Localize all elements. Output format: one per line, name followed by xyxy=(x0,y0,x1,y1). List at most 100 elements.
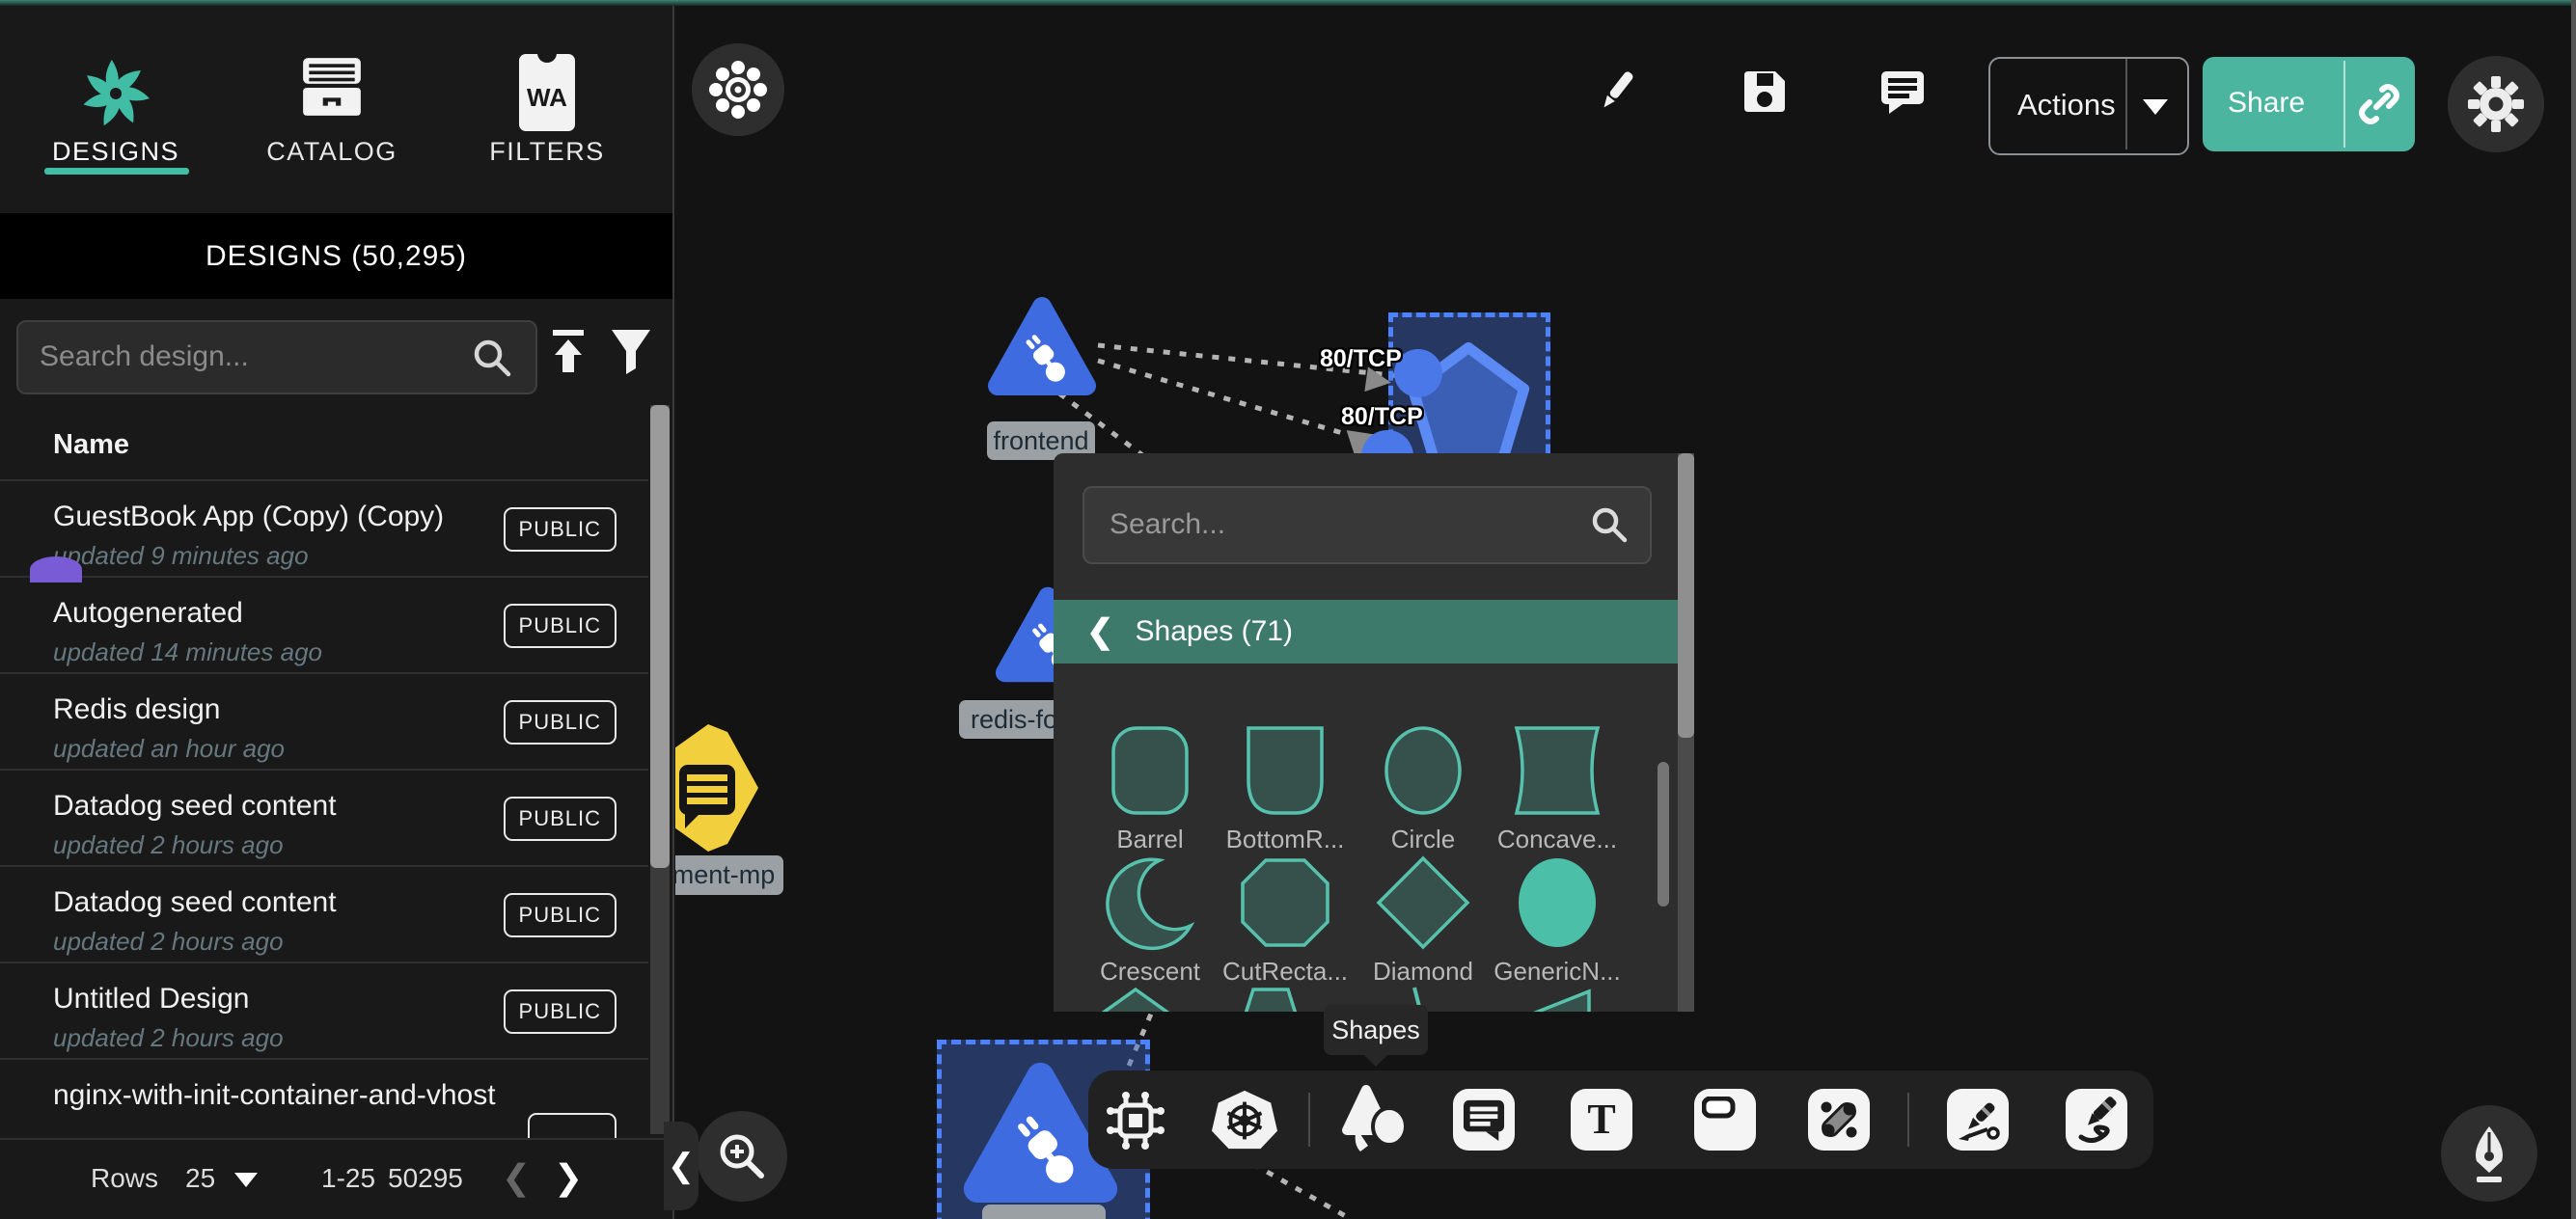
shapes-search-input[interactable] xyxy=(1108,488,1565,560)
button-divider xyxy=(2343,61,2345,148)
tab-filters[interactable]: WA FILTERS xyxy=(451,39,644,203)
visibility-badge: PUBLIC xyxy=(504,507,617,552)
app-root: frontend redis-fo ment-mp xyxy=(0,0,2576,1219)
comments-icon[interactable] xyxy=(1879,69,1926,114)
shape-item-bottomroundrectangle[interactable]: BottomR... xyxy=(1222,722,1348,824)
brand-top-border xyxy=(0,0,2576,6)
note-tool-button[interactable] xyxy=(1694,1089,1756,1151)
tab-designs[interactable]: DESIGNS xyxy=(19,39,212,203)
share-label: Share xyxy=(2228,87,2305,120)
tab-designs-label: DESIGNS xyxy=(19,137,212,167)
share-button[interactable]: Share xyxy=(2203,57,2415,151)
dot-wheel-icon xyxy=(707,59,769,121)
sidebar-scrollbar-thumb[interactable] xyxy=(650,405,670,868)
filter-funnel-icon[interactable] xyxy=(610,328,652,376)
tab-filters-label: FILTERS xyxy=(451,137,644,167)
link-icon[interactable] xyxy=(2357,82,2401,126)
crescent-shape-icon xyxy=(1102,854,1198,951)
barrel-shape-icon xyxy=(1102,722,1198,819)
concave-shape-icon xyxy=(1509,722,1605,819)
comment-tool-button[interactable] xyxy=(1453,1089,1515,1151)
shape-item-genericnode[interactable]: GenericN... xyxy=(1494,854,1620,956)
shapes-panel-header[interactable]: ❮ Shapes (71) xyxy=(1054,600,1678,664)
design-search-input[interactable] xyxy=(38,322,456,391)
visibility-badge: PUBLIC xyxy=(504,700,617,745)
node-yellow-arrow[interactable] xyxy=(675,722,760,853)
genericnode-shape-icon xyxy=(1509,854,1605,951)
visibility-badge: PUBLIC xyxy=(504,797,617,841)
meshery-logo-icon xyxy=(78,56,153,131)
dock-divider xyxy=(1907,1093,1909,1147)
node-frontend[interactable] xyxy=(986,293,1098,397)
text-tool-button[interactable]: T xyxy=(1571,1089,1632,1151)
node-label-yellow[interactable]: ment-mp xyxy=(675,855,783,895)
design-row-5[interactable]: Datadog seed content updated 2 hours ago… xyxy=(0,865,648,963)
design-canvas[interactable]: frontend redis-fo ment-mp xyxy=(675,0,2576,1219)
chevron-left-icon[interactable]: ❮ xyxy=(1086,612,1114,651)
relationship-tool-button[interactable] xyxy=(1808,1089,1870,1151)
column-header-name[interactable]: Name xyxy=(53,429,129,461)
shapes-panel: ❮ Shapes (71) Barrel BottomR... xyxy=(1054,453,1694,1012)
upload-design-icon[interactable] xyxy=(548,328,589,376)
shape-item-crescent[interactable]: Crescent xyxy=(1087,854,1213,956)
page-range: 1-25 xyxy=(321,1163,375,1194)
caret-down-icon[interactable] xyxy=(2143,99,2168,115)
text-tool-icon: T xyxy=(1587,1098,1615,1141)
diamond-shape-icon xyxy=(1375,854,1471,951)
design-search-box[interactable] xyxy=(16,320,537,394)
tab-catalog[interactable]: CATALOG xyxy=(235,39,428,203)
dock-divider xyxy=(1308,1093,1310,1147)
design-row-1[interactable]: GuestBook App (Copy) (Copy) updated 9 mi… xyxy=(0,479,648,578)
cluster-context-button[interactable] xyxy=(692,43,784,136)
avatar xyxy=(30,556,82,582)
dock-toolbar: T xyxy=(1088,1070,2153,1169)
visibility-badge: PUBLIC xyxy=(504,989,617,1034)
edge-label-80tcp-1: 80/TCP xyxy=(1320,345,1402,373)
shape-item-barrel[interactable]: Barrel xyxy=(1087,722,1213,824)
shape-item-circle[interactable]: Circle xyxy=(1360,722,1486,824)
design-row-6[interactable]: Untitled Design updated 2 hours ago PUBL… xyxy=(0,962,648,1060)
edge-pen-tool-button[interactable] xyxy=(1947,1089,2009,1151)
chain-link-icon xyxy=(1816,1097,1862,1143)
shape-item-concavehexagon[interactable]: Concave... xyxy=(1494,722,1620,824)
shape-item-cutrectangle[interactable]: CutRecta... xyxy=(1222,854,1348,956)
zoom-in-button[interactable] xyxy=(697,1111,787,1202)
shape-item-diamond[interactable]: Diamond xyxy=(1360,854,1486,956)
edit-pen-icon[interactable] xyxy=(1594,68,1640,114)
search-icon xyxy=(472,338,512,378)
settings-button[interactable] xyxy=(2448,56,2544,152)
grid-scrollbar-thumb[interactable] xyxy=(1658,762,1669,907)
freehand-tool-button[interactable] xyxy=(2066,1089,2127,1151)
pen-nib-icon xyxy=(2464,1124,2514,1182)
design-row-2[interactable]: Autogenerated updated 14 minutes ago PUB… xyxy=(0,576,648,674)
rows-per-page-value[interactable]: 25 xyxy=(185,1163,215,1194)
sidebar-divider xyxy=(672,0,674,1219)
components-chip-icon[interactable] xyxy=(1103,1088,1168,1153)
search-icon xyxy=(1590,505,1629,544)
circle-shape-icon xyxy=(1375,722,1471,819)
shapes-search-box[interactable] xyxy=(1082,486,1652,564)
design-row-4[interactable]: Datadog seed content updated 2 hours ago… xyxy=(0,769,648,867)
rows-per-page-caret-icon[interactable] xyxy=(234,1173,258,1187)
bottomround-shape-icon xyxy=(1237,722,1333,819)
visibility-badge: PUBLIC xyxy=(504,604,617,648)
shapes-tool-icon[interactable] xyxy=(1341,1084,1411,1155)
pen-mode-button[interactable] xyxy=(2441,1105,2537,1202)
node-label-redis[interactable]: redis-fo xyxy=(959,700,1069,739)
sidebar-collapse-button[interactable]: ❮ xyxy=(664,1122,699,1210)
prev-page-button[interactable]: ❮ xyxy=(502,1157,531,1198)
panel-scrollbar-thumb[interactable] xyxy=(1678,453,1694,738)
window-scrollbar[interactable] xyxy=(2571,0,2576,1219)
design-row-3[interactable]: Redis design updated an hour ago PUBLIC xyxy=(0,672,648,771)
save-icon[interactable] xyxy=(1742,69,1787,114)
actions-button[interactable]: Actions xyxy=(1988,57,2189,155)
rows-label: Rows xyxy=(91,1163,158,1194)
pencil-swirl-icon xyxy=(2073,1097,2120,1143)
dock-tooltip-label: Shapes xyxy=(1331,1016,1420,1045)
next-page-button[interactable]: ❯ xyxy=(554,1157,583,1198)
comment-tool-icon xyxy=(1462,1098,1506,1141)
button-divider xyxy=(2125,59,2127,149)
kubernetes-icon[interactable] xyxy=(1212,1088,1277,1151)
sidebar-count-label: DESIGNS (50,295) xyxy=(206,240,467,273)
actions-label: Actions xyxy=(2017,88,2116,122)
